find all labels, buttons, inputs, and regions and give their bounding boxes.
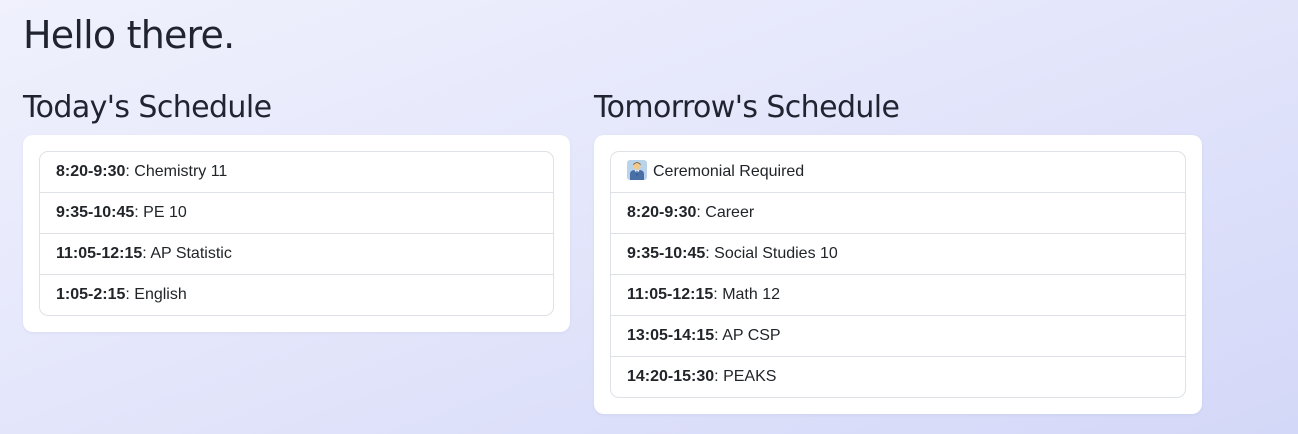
separator: :	[705, 245, 715, 262]
period-time: 13:05-14:15	[627, 327, 715, 344]
today-title: Today's Schedule	[23, 90, 272, 125]
class-name: Career	[705, 204, 755, 221]
class-name: PEAKS	[723, 368, 777, 385]
separator: :	[713, 286, 723, 303]
today-schedule-list: 8:20-9:30: Chemistry 11 9:35-10:45: PE 1…	[39, 151, 554, 316]
dress-code-notice: Ceremonial Required	[611, 152, 1185, 193]
tomorrow-schedule-list: Ceremonial Required 8:20-9:30: Career 9:…	[610, 151, 1186, 398]
greeting-heading: Hello there.	[23, 13, 235, 57]
separator: :	[714, 368, 724, 385]
separator: :	[125, 163, 135, 180]
class-name: AP CSP	[722, 327, 781, 344]
today-section: Today's Schedule 8:20-9:30: Chemistry 11…	[23, 86, 570, 332]
schedule-item: 1:05-2:15: English	[40, 275, 553, 315]
separator: :	[696, 204, 706, 221]
schedule-item: 13:05-14:15: AP CSP	[611, 316, 1185, 357]
period-time: 14:20-15:30	[627, 368, 715, 385]
schedule-item: 8:20-9:30: Chemistry 11	[40, 152, 553, 193]
period-time: 1:05-2:15	[56, 286, 126, 303]
tomorrow-section: Tomorrow's Schedule Ceremonial Required …	[594, 86, 1202, 414]
schedule-item: 9:35-10:45: PE 10	[40, 193, 553, 234]
period-time: 11:05-12:15	[56, 245, 143, 262]
period-time: 8:20-9:30	[627, 204, 697, 221]
class-name: Chemistry 11	[134, 163, 228, 180]
class-name: AP Statistic	[150, 245, 232, 262]
tomorrow-title: Tomorrow's Schedule	[594, 90, 900, 125]
class-name: Social Studies 10	[714, 245, 838, 262]
separator: :	[134, 204, 144, 221]
class-name: English	[134, 286, 187, 303]
period-time: 9:35-10:45	[627, 245, 706, 262]
period-time: 11:05-12:15	[627, 286, 714, 303]
schedule-item: 11:05-12:15: AP Statistic	[40, 234, 553, 275]
today-card: 8:20-9:30: Chemistry 11 9:35-10:45: PE 1…	[23, 135, 570, 332]
separator: :	[714, 327, 723, 344]
schedule-item: 14:20-15:30: PEAKS	[611, 357, 1185, 397]
schedule-item: 8:20-9:30: Career	[611, 193, 1185, 234]
class-name: Math 12	[722, 286, 780, 303]
class-name: PE 10	[143, 204, 187, 221]
tomorrow-card: Ceremonial Required 8:20-9:30: Career 9:…	[594, 135, 1202, 414]
period-time: 8:20-9:30	[56, 163, 126, 180]
notice-text: Ceremonial Required	[653, 163, 805, 180]
schedule-item: 9:35-10:45: Social Studies 10	[611, 234, 1185, 275]
period-time: 9:35-10:45	[56, 204, 135, 221]
separator: :	[125, 286, 135, 303]
schedule-item: 11:05-12:15: Math 12	[611, 275, 1185, 316]
person-in-suit-emoji-icon	[627, 160, 647, 180]
